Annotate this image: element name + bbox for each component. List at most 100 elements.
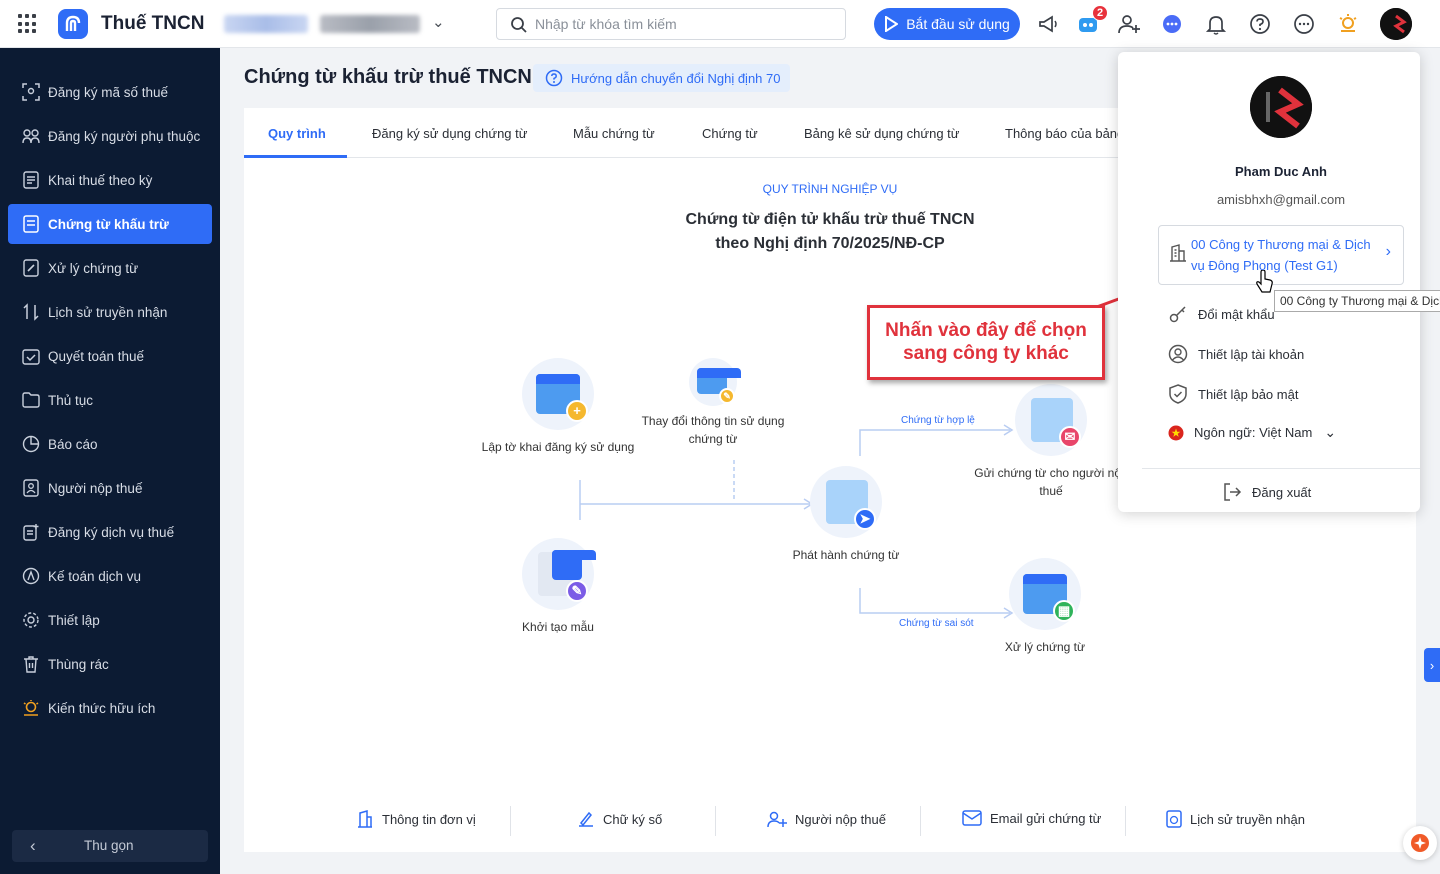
sidebar-item-withholding-certificates[interactable]: Chứng từ khấu trừ: [8, 204, 212, 244]
menu-language[interactable]: Ngôn ngữ: Việt Nam ⌄: [1168, 424, 1336, 441]
chevron-left-icon: ‹: [30, 836, 36, 855]
sidebar: Đăng ký mã số thuế Đăng ký người phụ thu…: [0, 48, 220, 874]
node-label: Xử lý chứng từ: [1004, 640, 1086, 654]
handle-icon: ▦: [1009, 558, 1081, 630]
quick-link-taxpayers[interactable]: Người nộp thuế: [767, 810, 886, 828]
quick-link-unit-info[interactable]: Thông tin đơn vị: [356, 810, 476, 828]
mouse-pointer-icon: [1256, 270, 1273, 293]
change-info-icon: ✎: [689, 358, 741, 406]
sidebar-item-label: Xử lý chứng từ: [48, 260, 139, 276]
chevron-right-icon: ›: [1385, 243, 1391, 260]
top-bar: Thuế TNCN ⌄ Bắt đầu sử dụng 2: [0, 0, 1440, 48]
sort-arrows-icon: [22, 303, 40, 321]
shield-icon: [1169, 384, 1187, 404]
sidebar-item-dependents[interactable]: Đăng ký người phụ thuộc: [8, 116, 212, 156]
collapse-sidebar-button[interactable]: ‹ Thu gọn: [12, 830, 208, 862]
sidebar-item-procedures[interactable]: Thủ tục: [8, 380, 212, 420]
menu-security-settings[interactable]: Thiết lập bảo mật: [1168, 384, 1298, 404]
megaphone-icon[interactable]: [1036, 12, 1060, 36]
chevron-right-icon: ›: [1429, 657, 1435, 673]
email-icon: [962, 810, 982, 826]
start-using-button[interactable]: Bắt đầu sử dụng: [874, 8, 1020, 40]
avatar[interactable]: [1380, 8, 1412, 40]
search-icon: [511, 17, 527, 33]
folder-icon: [22, 391, 40, 409]
flow-node-change-info[interactable]: ✎ Thay đổi thông tin sử dụng chứng từ: [633, 358, 793, 448]
register-form-icon: +: [522, 358, 594, 430]
instruction-callout: Nhấn vào đây để chọn sang công ty khác: [867, 305, 1105, 380]
collapse-label: Thu gọn: [84, 838, 134, 853]
quick-link-history[interactable]: Lịch sử truyền nhận: [1166, 810, 1305, 828]
vietnam-flag-icon: [1168, 425, 1184, 440]
flow-node-issue[interactable]: ➤ Phát hành chứng từ: [766, 466, 926, 564]
more-icon[interactable]: [1292, 12, 1316, 36]
sidebar-item-label: Đăng ký người phụ thuộc: [48, 128, 201, 144]
menu-logout[interactable]: Đăng xuất: [1222, 482, 1311, 502]
sidebar-item-settings[interactable]: Thiết lập: [8, 600, 212, 640]
sidebar-item-useful-knowledge[interactable]: Kiến thức hữu ích: [8, 688, 212, 728]
node-label: Thay đổi thông tin sử dụng chứng từ: [641, 414, 785, 446]
quick-link-email[interactable]: Email gửi chứng từ: [962, 810, 1101, 826]
template-icon: ✎: [522, 538, 596, 610]
flow-node-handle[interactable]: ▦ Xử lý chứng từ: [965, 558, 1125, 656]
sidebar-item-trash[interactable]: Thùng rác: [8, 644, 212, 684]
edit-document-icon: [22, 259, 40, 277]
key-icon: [1169, 306, 1186, 323]
pie-chart-icon: [22, 435, 40, 453]
help-icon[interactable]: [1248, 12, 1272, 36]
lightbulb-icon[interactable]: [1336, 12, 1360, 36]
cart-icon[interactable]: 2: [1076, 5, 1108, 36]
chevron-down-icon[interactable]: ⌄: [432, 13, 445, 31]
company-name-blurred[interactable]: [320, 15, 420, 33]
user-name: Pham Duc Anh: [1235, 164, 1327, 179]
register-icon: [22, 523, 40, 541]
search-input[interactable]: [535, 15, 835, 33]
app-grid-icon[interactable]: [18, 14, 38, 34]
quick-link-label: Email gửi chứng từ: [990, 810, 1102, 826]
sidebar-item-label: Chứng từ khấu trừ: [48, 216, 169, 232]
avatar: [1250, 76, 1312, 138]
gear-icon: [22, 611, 40, 629]
quick-link-label: Thông tin đơn vị: [382, 811, 476, 827]
flow-node-send[interactable]: ✉ Gửi chứng từ cho người nộp thuế: [971, 384, 1131, 500]
switch-company-button[interactable]: 00 Công ty Thương mại & Dịch vụ Đông Pho…: [1158, 225, 1404, 285]
sidebar-item-transmission-history[interactable]: Lịch sử truyền nhận: [8, 292, 212, 332]
divider: [715, 806, 716, 836]
bell-icon[interactable]: [1204, 12, 1228, 36]
menu-label: Thiết lập tài khoản: [1198, 346, 1305, 362]
chat-icon[interactable]: [1160, 12, 1184, 36]
sidebar-item-label: Đăng ký mã số thuế: [48, 84, 169, 100]
assistant-button[interactable]: [1403, 826, 1437, 860]
node-label: Lập tờ khai đăng ký sử dụng: [481, 440, 635, 454]
flow-node-template[interactable]: ✎ Khởi tạo mẫu: [478, 538, 638, 636]
add-user-icon[interactable]: [1117, 12, 1141, 36]
quick-link-digital-signature[interactable]: Chữ ký số: [577, 810, 662, 828]
sidebar-item-tax-code-registration[interactable]: Đăng ký mã số thuế: [8, 72, 212, 112]
menu-account-settings[interactable]: Thiết lập tài khoản: [1168, 344, 1304, 364]
current-company: 00 Công ty Thương mại & Dịch vụ Đông Pho…: [1191, 237, 1371, 273]
sidebar-item-service-accounting[interactable]: Kế toán dịch vụ: [8, 556, 212, 596]
app-title: Thuế TNCN: [101, 13, 205, 34]
menu-label: Đăng xuất: [1252, 484, 1312, 500]
sidebar-item-reports[interactable]: Báo cáo: [8, 424, 212, 464]
guide-link[interactable]: Hướng dẫn chuyển đổi Nghị định 70: [533, 64, 790, 92]
sidebar-item-process-certificates[interactable]: Xử lý chứng từ: [8, 248, 212, 288]
building-icon: [1170, 244, 1186, 262]
flow-node-register[interactable]: + Lập tờ khai đăng ký sử dụng: [478, 358, 638, 456]
send-icon: ✉: [1015, 384, 1087, 456]
building-icon: [358, 810, 372, 828]
search-box[interactable]: [496, 8, 846, 40]
sidebar-item-label: Lịch sử truyền nhận: [48, 304, 168, 320]
help-circle-icon: [545, 69, 563, 87]
sidebar-item-tax-finalization[interactable]: Quyết toán thuế: [8, 336, 212, 376]
trash-icon: [22, 655, 40, 673]
menu-change-password[interactable]: Đổi mật khẩu: [1168, 304, 1275, 324]
quick-link-label: Chữ ký số: [603, 811, 663, 827]
sidebar-item-taxpayers[interactable]: Người nộp thuế: [8, 468, 212, 508]
divider: [1142, 468, 1420, 469]
sidebar-item-tax-service-registration[interactable]: Đăng ký dịch vụ thuế: [8, 512, 212, 552]
edge-label-error: Chứng từ sai sót: [899, 618, 974, 629]
expand-right-panel-button[interactable]: ›: [1424, 648, 1440, 682]
sidebar-item-periodic-declaration[interactable]: Khai thuế theo kỳ: [8, 160, 212, 200]
add-user-icon: [767, 811, 787, 828]
